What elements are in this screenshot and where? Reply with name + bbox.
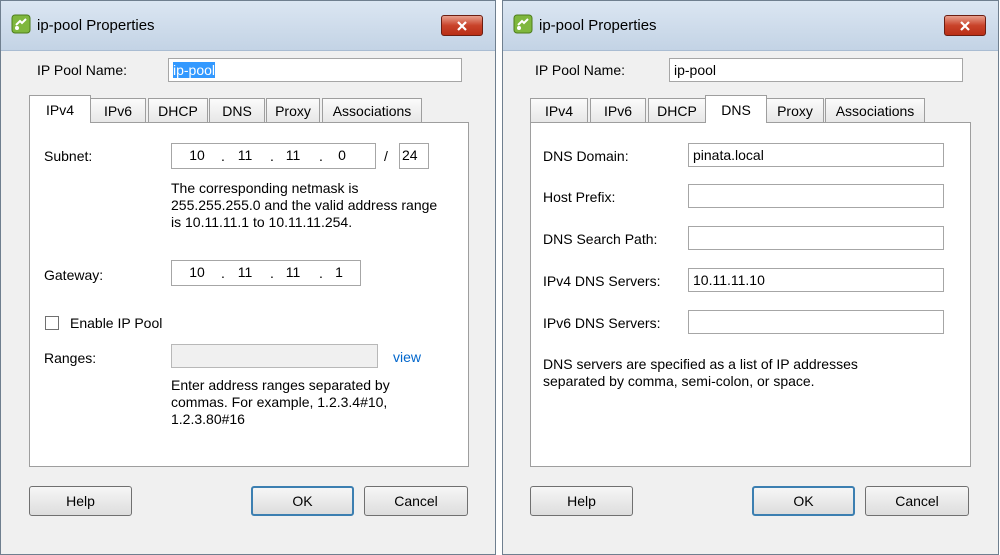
cancel-button[interactable]: Cancel (364, 486, 468, 516)
octet-dot: . (221, 265, 225, 281)
tab-dns[interactable]: DNS (705, 95, 767, 123)
tab-panel-dns (530, 122, 971, 467)
enable-ip-pool-checkbox[interactable] (45, 316, 59, 330)
tab-ipv6[interactable]: IPv6 (90, 98, 146, 123)
octet-dot: . (221, 148, 225, 164)
ranges-help-line-1: Enter address ranges separated by (171, 377, 390, 393)
octet-dot: . (270, 148, 274, 164)
pool-name-label: IP Pool Name: (535, 62, 626, 78)
ipv4-dns-servers-label: IPv4 DNS Servers: (543, 273, 661, 289)
tab-dhcp[interactable]: DHCP (648, 98, 706, 123)
netmask-line-1: The corresponding netmask is (171, 180, 359, 196)
netmask-line-3: is 10.11.11.1 to 10.11.11.254. (171, 214, 353, 230)
ip-pool-icon (11, 14, 31, 34)
dns-note-line-2: separated by comma, semi-colon, or space… (543, 373, 815, 389)
tab-dns[interactable]: DNS (209, 98, 265, 123)
close-button[interactable] (441, 15, 483, 36)
ranges-help-text: Enter address ranges separated by commas… (171, 377, 390, 428)
ip-pool-icon (513, 14, 533, 34)
gateway-octet-3[interactable]: 11 (278, 264, 308, 280)
tab-associations[interactable]: Associations (825, 98, 925, 123)
tab-dhcp[interactable]: DHCP (148, 98, 208, 123)
title-bar: ip-pool Properties (1, 1, 495, 51)
host-prefix-input[interactable] (688, 184, 944, 208)
dns-properties-dialog: ip-pool Properties IP Pool Name: ip-pool… (502, 0, 999, 555)
ranges-label: Ranges: (44, 350, 97, 366)
dns-domain-label: DNS Domain: (543, 148, 629, 164)
host-prefix-label: Host Prefix: (543, 189, 616, 205)
close-icon (457, 20, 467, 31)
gateway-octet-2[interactable]: 11 (230, 264, 260, 280)
subnet-octet-3[interactable]: 11 (278, 147, 308, 163)
ranges-help-line-3: 1.2.3.80#16 (171, 411, 245, 427)
tab-ipv4[interactable]: IPv4 (530, 98, 588, 123)
ipv4-dns-servers-input[interactable]: 10.11.11.10 (688, 268, 944, 292)
prefix-slash: / (384, 148, 388, 164)
subnet-octet-1[interactable]: 10 (182, 147, 212, 163)
ok-button[interactable]: OK (752, 486, 855, 516)
help-button[interactable]: Help (530, 486, 633, 516)
dns-domain-input[interactable]: pinata.local (688, 143, 944, 167)
ipv4-properties-dialog: ip-pool Properties IP Pool Name: ip-pool… (0, 0, 496, 555)
octet-dot: . (270, 265, 274, 281)
pool-name-label: IP Pool Name: (37, 62, 128, 78)
ok-button[interactable]: OK (251, 486, 354, 516)
tab-ipv4[interactable]: IPv4 (29, 95, 91, 123)
view-ranges-link[interactable]: view (393, 349, 421, 365)
dns-search-path-input[interactable] (688, 226, 944, 250)
window-title: ip-pool Properties (37, 17, 155, 34)
help-button[interactable]: Help (29, 486, 132, 516)
subnet-prefix-input[interactable]: 24 (399, 143, 429, 169)
dns-search-path-label: DNS Search Path: (543, 231, 658, 247)
gateway-octet-4[interactable]: 1 (324, 264, 354, 280)
subnet-ip-field[interactable]: 10 . 11 . 11 . 0 (171, 143, 376, 169)
subnet-octet-2[interactable]: 11 (230, 147, 260, 163)
gateway-octet-1[interactable]: 10 (182, 264, 212, 280)
window-title: ip-pool Properties (539, 17, 657, 34)
pool-name-input[interactable]: ip-pool (669, 58, 963, 82)
dns-servers-note: DNS servers are specified as a list of I… (543, 356, 858, 390)
tab-proxy[interactable]: Proxy (766, 98, 824, 123)
netmask-description: The corresponding netmask is 255.255.255… (171, 180, 437, 231)
dns-note-line-1: DNS servers are specified as a list of I… (543, 356, 858, 372)
cancel-button[interactable]: Cancel (865, 486, 969, 516)
octet-dot: . (319, 265, 323, 281)
tab-associations[interactable]: Associations (322, 98, 422, 123)
pool-name-input[interactable]: ip-pool (168, 58, 462, 82)
tab-ipv6[interactable]: IPv6 (590, 98, 646, 123)
ranges-input[interactable] (171, 344, 378, 368)
close-icon (960, 20, 970, 31)
title-bar: ip-pool Properties (503, 1, 998, 51)
subnet-label: Subnet: (44, 148, 93, 164)
ranges-help-line-2: commas. For example, 1.2.3.4#10, (171, 394, 388, 410)
pool-name-value: ip-pool (173, 62, 216, 78)
netmask-line-2: 255.255.255.0 and the valid address rang… (171, 197, 438, 213)
enable-ip-pool-label: Enable IP Pool (70, 315, 163, 331)
ipv6-dns-servers-input[interactable] (688, 310, 944, 334)
ipv6-dns-servers-label: IPv6 DNS Servers: (543, 315, 661, 331)
subnet-octet-4[interactable]: 0 (327, 147, 357, 163)
gateway-label: Gateway: (44, 267, 104, 283)
gateway-ip-field[interactable]: 10 . 11 . 11 . 1 (171, 260, 361, 286)
tab-proxy[interactable]: Proxy (266, 98, 320, 123)
octet-dot: . (319, 148, 323, 164)
close-button[interactable] (944, 15, 986, 36)
